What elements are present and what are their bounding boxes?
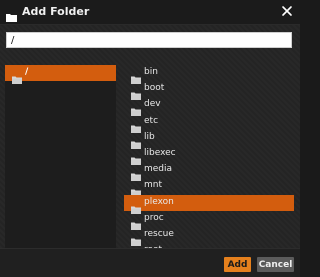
add-button[interactable]: Add [224,257,251,272]
folder-row[interactable]: proc [124,211,294,230]
folder-label: rescue [144,229,174,239]
folder-row[interactable]: libexec [124,146,294,165]
right-folder-pane[interactable]: bin boot dev etc lib libexec media mnt plexon pro… [124,65,294,248]
folder-icon [131,199,141,214]
folder-label: proc [144,212,164,223]
folder-icon [12,69,22,84]
folder-icon [131,166,141,182]
folder-label: plexon [144,196,174,207]
folder-row[interactable]: rescue [124,227,294,246]
folder-label: bin [144,67,158,77]
path-input[interactable] [6,32,292,48]
folder-row[interactable]: mnt [124,178,294,198]
folder-row[interactable]: lib [124,130,294,149]
folder-icon [131,182,141,198]
folder-label: mnt [144,180,162,191]
folder-label: libexec [144,148,176,158]
folder-icon [131,118,141,133]
folder-icon [131,215,141,230]
folder-label: media [144,164,173,175]
dialog-titlebar: Add Folder [0,0,300,25]
folder-row[interactable]: / [5,65,116,84]
dialog-title: Add Folder [22,5,90,18]
folder-row[interactable]: dev [124,97,294,117]
folder-row[interactable]: boot [124,81,294,101]
close-icon[interactable] [280,3,294,17]
folder-icon [131,150,141,165]
left-folder-pane[interactable]: / [5,65,116,248]
folder-label: lib [144,131,155,142]
cancel-button[interactable]: Cancel [257,257,294,272]
folder-icon [131,69,141,84]
folder-label: etc [144,115,159,126]
folder-icon [131,134,141,149]
folder-icon [131,231,141,246]
folder-icon [131,85,141,101]
folder-label: dev [144,99,161,110]
dialog-footer: Add Cancel [0,248,300,277]
folder-icon [131,101,141,117]
folder-icon [6,7,17,22]
folder-label: / [25,67,29,77]
dialog-body: / bin boot dev etc lib libexec media mnt plexon p… [0,25,300,248]
folder-row[interactable]: media [124,162,294,182]
folder-row[interactable]: bin [124,65,294,84]
folder-row[interactable]: etc [124,114,294,133]
add-folder-dialog: Add Folder / bin boot dev etc lib libexec medi… [0,0,300,277]
folder-row[interactable]: plexon [124,194,294,214]
folder-label: boot [144,83,165,94]
